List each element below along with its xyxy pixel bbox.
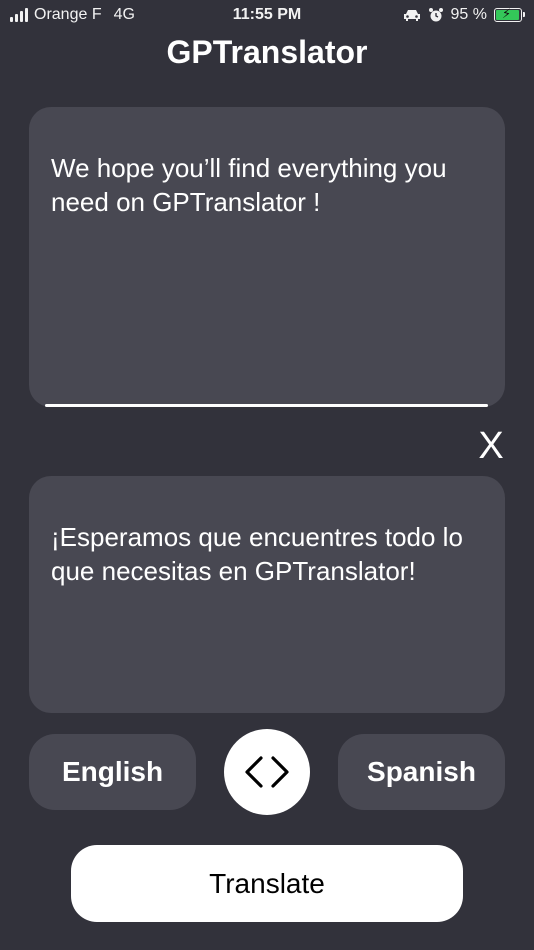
translate-button[interactable]: Translate bbox=[71, 845, 463, 922]
translated-text: ¡Esperamos que encuentres todo lo que ne… bbox=[51, 522, 463, 586]
swap-arrows-icon bbox=[245, 756, 289, 788]
source-language-button[interactable]: English bbox=[29, 734, 196, 810]
battery-percent: 95 % bbox=[450, 6, 487, 23]
translator-screen: Orange F 4G 11:55 PM 95 % ⚡ GPTranslator… bbox=[0, 0, 534, 950]
status-bar: Orange F 4G 11:55 PM 95 % ⚡ bbox=[0, 0, 534, 30]
swap-languages-button[interactable] bbox=[224, 729, 310, 815]
battery-charging-icon: ⚡ bbox=[494, 6, 525, 22]
clear-button[interactable]: X bbox=[472, 426, 510, 466]
status-right: 95 % ⚡ bbox=[403, 6, 525, 24]
source-language-label: English bbox=[61, 756, 164, 787]
target-language-button[interactable]: Spanish bbox=[338, 734, 505, 810]
alarm-icon bbox=[428, 8, 443, 22]
app-title: GPTranslator bbox=[166, 34, 368, 70]
source-text: We hope you’ll find everything you need … bbox=[51, 153, 447, 217]
car-icon bbox=[403, 10, 420, 21]
charging-bolt-icon: ⚡ bbox=[502, 6, 512, 21]
target-language-label: Spanish bbox=[367, 756, 476, 787]
translate-button-label: Translate bbox=[209, 867, 325, 899]
translation-output: ¡Esperamos que encuentres todo lo que ne… bbox=[29, 476, 505, 713]
source-input-underline bbox=[45, 404, 488, 407]
source-text-input[interactable]: We hope you’ll find everything you need … bbox=[29, 107, 505, 407]
